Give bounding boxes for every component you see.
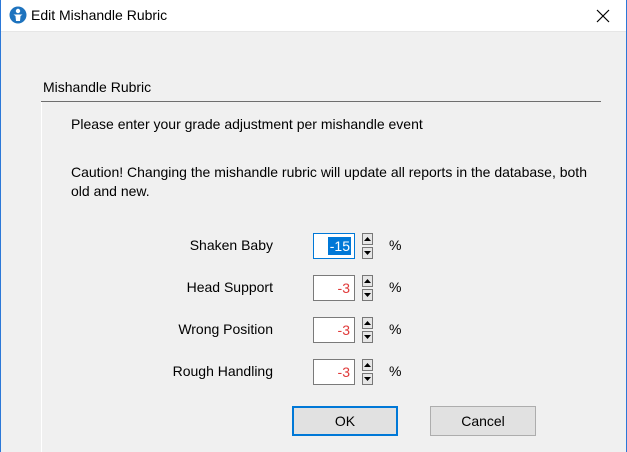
wrong-position-label: Wrong Position bbox=[178, 321, 273, 337]
ok-button[interactable]: OK bbox=[292, 406, 398, 436]
shaken-baby-spinner[interactable] bbox=[362, 233, 375, 259]
rough-handling-unit: % bbox=[389, 363, 402, 379]
title-bar[interactable]: Edit Mishandle Rubric bbox=[1, 0, 626, 32]
wrong-position-unit: % bbox=[389, 321, 402, 337]
head-support-up-button[interactable] bbox=[362, 275, 373, 287]
wrong-position-up-button[interactable] bbox=[362, 317, 373, 329]
dialog-window: Edit Mishandle Rubric Mishandle Rubric P… bbox=[0, 0, 627, 452]
shaken-baby-down-button[interactable] bbox=[362, 247, 373, 259]
rough-handling-label: Rough Handling bbox=[172, 363, 273, 379]
shaken-baby-unit: % bbox=[389, 237, 402, 253]
cancel-button[interactable]: Cancel bbox=[430, 406, 536, 436]
caution-text: Caution! Changing the mishandle rubric w… bbox=[71, 164, 587, 199]
arrow-down-icon bbox=[364, 293, 371, 297]
group-divider bbox=[41, 101, 601, 102]
head-support-input[interactable]: -3 bbox=[313, 275, 355, 301]
head-support-down-button[interactable] bbox=[362, 289, 373, 301]
head-support-value: -3 bbox=[337, 280, 350, 296]
arrow-up-icon bbox=[364, 237, 371, 241]
rough-handling-up-button[interactable] bbox=[362, 359, 373, 371]
shaken-baby-value: -15 bbox=[327, 237, 351, 255]
arrow-up-icon bbox=[364, 279, 371, 283]
shaken-baby-up-button[interactable] bbox=[362, 233, 373, 245]
close-icon bbox=[596, 9, 610, 22]
head-support-label: Head Support bbox=[186, 279, 273, 295]
shaken-baby-input[interactable]: -15 bbox=[313, 233, 355, 259]
wrong-position-input[interactable]: -3 bbox=[313, 317, 355, 343]
group-border-left bbox=[41, 102, 42, 452]
arrow-down-icon bbox=[364, 377, 371, 381]
arrow-up-icon bbox=[364, 363, 371, 367]
arrow-down-icon bbox=[364, 251, 371, 255]
head-support-unit: % bbox=[389, 279, 402, 295]
window-title: Edit Mishandle Rubric bbox=[31, 7, 168, 23]
wrong-position-spinner[interactable] bbox=[362, 317, 375, 343]
group-title: Mishandle Rubric bbox=[43, 79, 152, 95]
rough-handling-input[interactable]: -3 bbox=[313, 359, 355, 385]
wrong-position-down-button[interactable] bbox=[362, 331, 373, 343]
arrow-down-icon bbox=[364, 335, 371, 339]
shaken-baby-label: Shaken Baby bbox=[189, 237, 273, 253]
instruction-text: Please enter your grade adjustment per m… bbox=[71, 116, 423, 132]
rough-handling-value: -3 bbox=[337, 364, 350, 380]
rough-handling-spinner[interactable] bbox=[362, 359, 375, 385]
arrow-up-icon bbox=[364, 321, 371, 325]
head-support-spinner[interactable] bbox=[362, 275, 375, 301]
wrong-position-value: -3 bbox=[337, 322, 350, 338]
rough-handling-down-button[interactable] bbox=[362, 373, 373, 385]
close-button[interactable] bbox=[580, 0, 626, 31]
app-icon bbox=[9, 6, 27, 24]
